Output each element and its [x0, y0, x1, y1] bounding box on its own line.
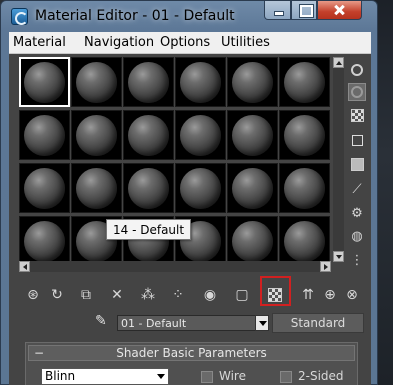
material-sphere-preview: [284, 221, 325, 262]
reset-map-icon[interactable]: ✕: [106, 284, 128, 306]
sample-slot[interactable]: [279, 163, 330, 213]
rollout-title: Shader Basic Parameters: [116, 346, 267, 360]
material-map-navigator-icon[interactable]: ⋮: [348, 251, 366, 269]
close-button[interactable]: [317, 1, 362, 20]
rollout-header[interactable]: − Shader Basic Parameters: [28, 345, 355, 361]
menu-navigation[interactable]: Navigation: [84, 35, 154, 50]
menu-bar: Material Navigation Options Utilities: [9, 32, 371, 54]
sample-slot[interactable]: [19, 57, 70, 107]
material-sphere-preview: [76, 168, 117, 209]
minimize-button[interactable]: [264, 1, 291, 20]
menu-options[interactable]: Options: [160, 35, 210, 50]
options-icon[interactable]: ⚙: [348, 204, 366, 222]
material-sphere-preview: [232, 168, 273, 209]
sample-slot[interactable]: [19, 163, 70, 213]
scroll-down-arrow[interactable]: [333, 251, 344, 262]
slot-horizontal-scrollbar[interactable]: [19, 261, 331, 272]
get-material-icon[interactable]: ⊛: [22, 284, 44, 306]
material-sphere-preview: [128, 168, 169, 209]
wire-label: Wire: [219, 369, 246, 383]
sample-slot[interactable]: [71, 110, 122, 160]
shader-basic-parameters-rollout: − Shader Basic Parameters Blinn Wire 2-S…: [25, 342, 358, 385]
highlight-marker: [260, 276, 291, 306]
editor-client-area: 14 - Default ⟋ ⚙ ◍ ⋮ ⊛ ↻ ⧉ ✕ ⁂ ⁘ ◉ ▢ ⇈ ⊕…: [9, 54, 371, 385]
material-sphere-preview: [232, 62, 273, 103]
material-sphere-preview: [284, 115, 325, 156]
menu-utilities[interactable]: Utilities: [221, 35, 270, 50]
material-sphere-preview: [128, 115, 169, 156]
put-to-library-icon[interactable]: ⁘: [167, 284, 189, 306]
material-sphere-preview: [24, 221, 65, 262]
sample-slot[interactable]: [227, 163, 278, 213]
backlight-icon[interactable]: [348, 83, 366, 101]
material-sphere-preview: [180, 62, 221, 103]
make-unique-icon[interactable]: ⁂: [137, 284, 159, 306]
app-logo-icon[interactable]: [11, 8, 28, 25]
sample-slot[interactable]: [123, 163, 174, 213]
material-sphere-preview: [284, 62, 325, 103]
material-sphere-preview: [232, 221, 273, 262]
go-forward-sibling-icon[interactable]: ⊕: [319, 284, 341, 306]
material-name-field[interactable]: 01 - Default: [117, 315, 264, 331]
sample-slot[interactable]: [279, 110, 330, 160]
sample-slot[interactable]: [227, 110, 278, 160]
slot-tooltip: 14 - Default: [106, 219, 192, 240]
material-sphere-preview: [24, 115, 65, 156]
chevron-down-icon[interactable]: [155, 370, 167, 383]
window-title: Material Editor - 01 - Default: [35, 8, 235, 24]
sample-slot[interactable]: [175, 57, 226, 107]
material-sphere-preview: [232, 115, 273, 156]
maximize-button[interactable]: [291, 1, 317, 20]
show-shaded-in-viewport-icon[interactable]: ▢: [231, 284, 253, 306]
sample-slot[interactable]: [279, 57, 330, 107]
scroll-left-arrow[interactable]: [19, 261, 30, 272]
make-preview-icon[interactable]: ⟋: [348, 180, 366, 198]
menu-material[interactable]: Material: [13, 35, 66, 50]
put-to-scene-icon[interactable]: ↻: [46, 284, 68, 306]
go-to-parent-icon[interactable]: ⇈: [297, 284, 319, 306]
material-sphere-preview: [24, 62, 65, 103]
sample-slot[interactable]: [19, 216, 70, 266]
title-bar[interactable]: Material Editor - 01 - Default: [1, 1, 377, 31]
background-icon[interactable]: [348, 106, 366, 124]
material-id-channel-icon[interactable]: ◉: [199, 284, 221, 306]
sample-slot[interactable]: [227, 57, 278, 107]
material-editor-window: Material Editor - 01 - Default Material …: [0, 0, 378, 385]
material-sphere-preview: [180, 115, 221, 156]
two-sided-checkbox[interactable]: [280, 371, 292, 383]
sample-slot[interactable]: [71, 57, 122, 107]
sample-slot[interactable]: [123, 110, 174, 160]
material-sphere-preview: [76, 62, 117, 103]
sample-slot[interactable]: [19, 110, 70, 160]
pick-material-eyedropper-icon[interactable]: ✎: [95, 313, 113, 331]
sample-slot[interactable]: [227, 216, 278, 266]
scroll-right-arrow[interactable]: [320, 261, 331, 272]
assign-to-selection-icon[interactable]: ⧉: [75, 284, 97, 306]
material-sphere-preview: [284, 168, 325, 209]
sample-type-icon[interactable]: [348, 61, 366, 79]
material-name-dropdown[interactable]: [255, 315, 269, 331]
shader-type-value: Blinn: [45, 369, 76, 383]
sample-slot[interactable]: [279, 216, 330, 266]
material-type-button[interactable]: Standard: [272, 313, 364, 333]
sample-slot[interactable]: [175, 110, 226, 160]
material-sphere-preview: [24, 168, 65, 209]
material-sphere-preview: [128, 62, 169, 103]
two-sided-label: 2-Sided: [298, 369, 344, 383]
select-by-material-icon[interactable]: ◍: [348, 227, 366, 245]
sample-slot[interactable]: [71, 163, 122, 213]
sample-slot[interactable]: [123, 57, 174, 107]
sample-slot-grid: [19, 57, 331, 275]
material-sphere-preview: [76, 115, 117, 156]
sample-slot[interactable]: [175, 163, 226, 213]
shader-type-select[interactable]: Blinn: [41, 368, 169, 385]
slot-vertical-scrollbar[interactable]: [333, 57, 344, 262]
video-color-check-icon[interactable]: [348, 155, 366, 173]
scroll-up-arrow[interactable]: [333, 57, 344, 68]
extra-icon[interactable]: ⊗: [341, 284, 363, 306]
uv-tiling-icon[interactable]: [348, 131, 366, 149]
material-sphere-preview: [180, 168, 221, 209]
wire-checkbox[interactable]: [201, 371, 213, 383]
